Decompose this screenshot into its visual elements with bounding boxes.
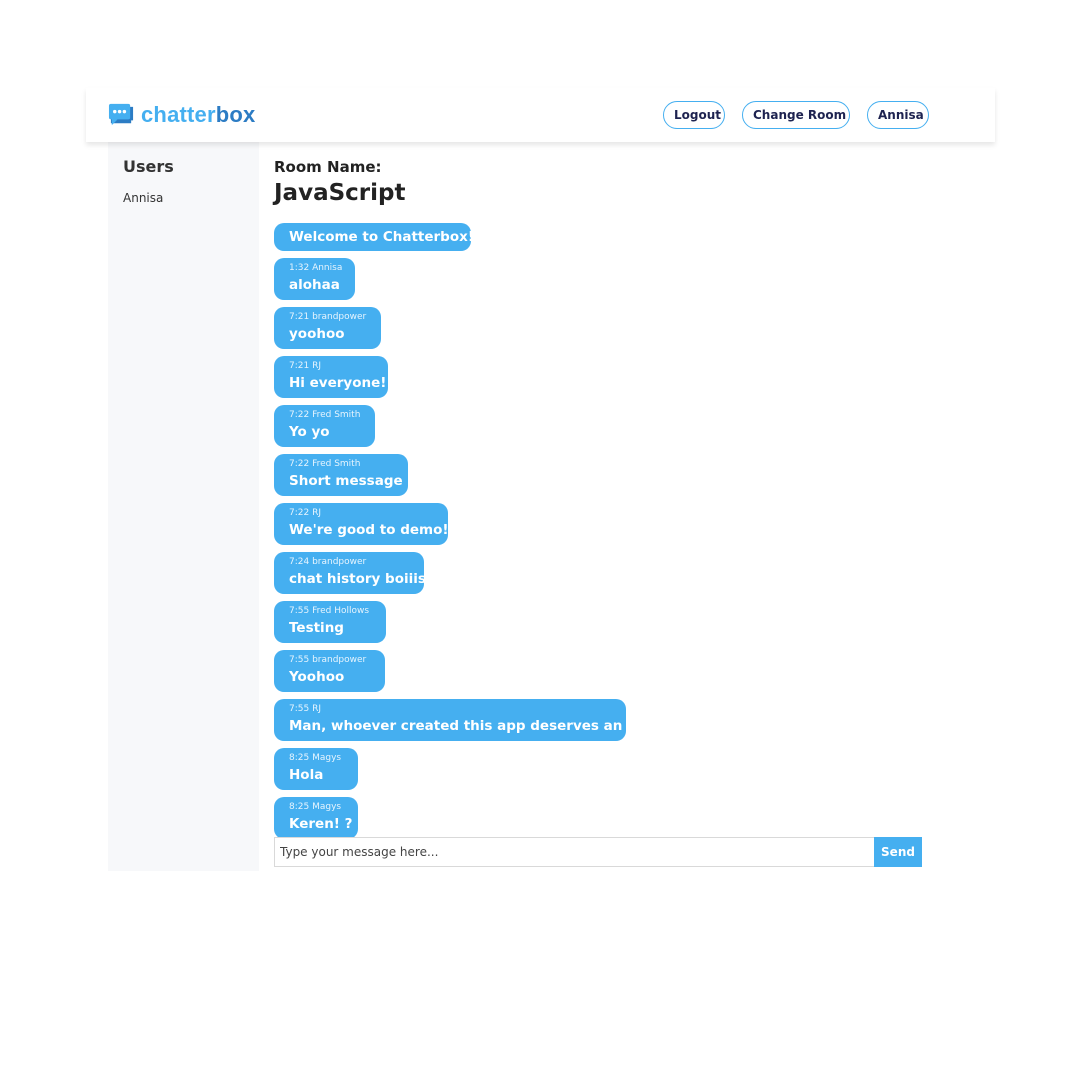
message-text: Short message [289,473,403,489]
chat-main: Room Name: JavaScript Welcome to Chatter… [274,142,924,871]
message-bubble: 8:25 Magys Keren! ? [274,797,358,839]
message-text: Welcome to Chatterbox! [289,229,474,245]
message-bubble: 7:22 RJ We're good to demo! [274,503,449,545]
message-meta: 7:55 RJ [289,704,321,714]
message-bubble: 7:55 brandpower Yoohoo [274,650,385,692]
message-bubble: 7:22 Fred Smith Short message [274,454,408,496]
user-list-item: Annisa [123,191,164,205]
message-text: chat history boiiis [289,571,426,587]
message-meta: 7:22 Fred Smith [289,410,361,420]
chat-app: chatterbox Logout Change Room Annisa Use… [86,88,995,871]
message-text: Hi everyone! [289,375,387,391]
message-meta: 7:24 brandpower [289,557,367,567]
message-meta: 7:21 RJ [289,361,321,371]
message-input[interactable] [274,837,874,867]
room-name: JavaScript [274,180,406,206]
message-meta: 8:25 Magys [289,802,342,812]
message-text: Man, whoever created this app deserves a… [289,718,649,734]
message-meta: 7:21 brandpower [289,312,367,322]
message-text: We're good to demo! [289,522,449,538]
message-meta: 7:55 brandpower [289,655,367,665]
message-bubble: 7:24 brandpower chat history boiiis [274,552,426,594]
message-text: Yo yo [289,424,330,440]
message-text: Yoohoo [289,669,345,685]
send-button[interactable]: Send [874,837,922,867]
message-bubble: 7:55 Fred Hollows Testing [274,601,386,643]
message-bubble: 7:21 brandpower yoohoo [274,307,381,349]
message-meta: 1:32 Annisa [289,263,343,273]
message-bubble: 8:25 Magys Hola [274,748,358,790]
message-bubble: 7:55 RJ Man, whoever created this app de… [274,699,649,741]
message-bubble: Welcome to Chatterbox! [274,223,474,251]
message-meta: 7:55 Fred Hollows [289,606,370,616]
message-bubble: 1:32 Annisa alohaa [274,258,355,300]
brand[interactable]: chatterbox [108,101,255,129]
user-menu-button[interactable]: Annisa [867,101,929,129]
message-meta: 7:22 RJ [289,508,321,518]
message-meta: 8:25 Magys [289,753,342,763]
message-text: Keren! ? [289,816,353,832]
room-name-label: Room Name: [274,158,382,176]
chat-bubble-icon [108,103,134,125]
message-bubble: 7:22 Fred Smith Yo yo [274,405,375,447]
brand-name: chatterbox [141,102,255,128]
message-bubble: 7:21 RJ Hi everyone! [274,356,388,398]
brand-name-part2: box [215,102,256,127]
message-text: Hola [289,767,324,783]
message-text: yoohoo [289,326,345,342]
message-text: Testing [289,620,344,636]
message-composer: Send [274,837,922,867]
brand-name-part1: chatter [141,102,216,127]
logout-button[interactable]: Logout [663,101,725,129]
navbar: chatterbox Logout Change Room Annisa [86,88,995,142]
change-room-button[interactable]: Change Room [742,101,850,129]
users-sidebar: Users Annisa [108,142,259,871]
message-meta: 7:22 Fred Smith [289,459,361,469]
users-heading: Users [123,157,174,176]
message-text: alohaa [289,277,340,293]
